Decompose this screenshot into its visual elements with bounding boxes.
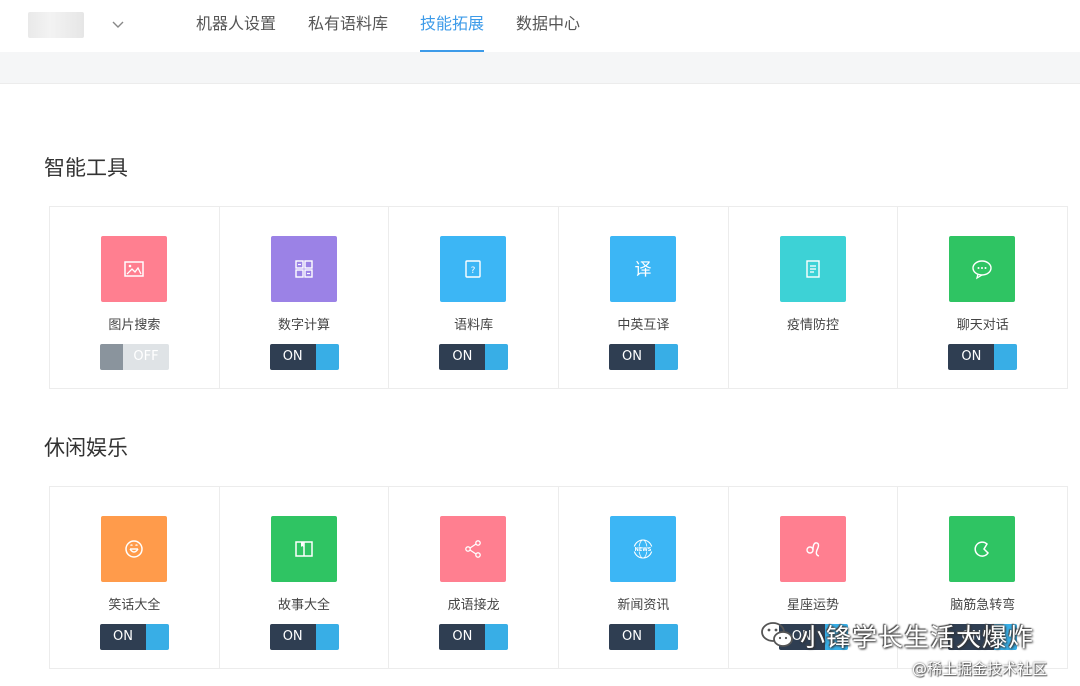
skill-toggle[interactable]: ON (439, 344, 509, 370)
translate-icon: 译 (610, 236, 677, 302)
skill-label: 语料库 (454, 318, 494, 333)
skill-toggle[interactable]: ON (948, 344, 1018, 370)
top-bar: 机器人设置 私有语料库 技能拓展 数据中心 (0, 0, 1080, 52)
skill-grid-smart-tools: 图片搜索 OFF 数字计算 ON ? 语料库 ON 译 中英互译 ON 疫情防控… (49, 206, 1068, 389)
image-icon (101, 236, 167, 302)
brain-icon (949, 516, 1016, 582)
skill-label: 故事大全 (278, 598, 331, 613)
toggle-state: ON (100, 624, 146, 650)
skill-label: 疫情防控 (787, 318, 840, 333)
toggle-state: OFF (123, 344, 169, 370)
skill-toggle[interactable]: ON (439, 624, 509, 650)
skill-toggle[interactable]: ON (609, 624, 679, 650)
skill-label: 中英互译 (617, 318, 670, 333)
skill-card-epidemic: 疫情防控 (729, 207, 899, 388)
toggle-state: ON (609, 344, 656, 370)
skill-card-calculator: 数字计算 ON (220, 207, 390, 388)
toggle-state: ON (269, 624, 316, 650)
toggle-state: ON (948, 344, 995, 370)
chat-icon (949, 236, 1016, 302)
skill-card-jokes: 笑话大全 ON (50, 487, 220, 668)
toggle-knob (485, 344, 509, 370)
section-title-smart-tools: 智能工具 (44, 156, 128, 180)
main-nav: 机器人设置 私有语料库 技能拓展 数据中心 (180, 0, 596, 52)
toggle-knob (315, 344, 339, 370)
toggle-state: ON (439, 344, 486, 370)
skill-card-news: NEWS 新闻资讯 ON (559, 487, 729, 668)
document-icon (779, 236, 846, 302)
smile-icon (101, 516, 167, 582)
toggle-state: ON (269, 344, 316, 370)
leo-icon (779, 516, 846, 582)
toolbar-strip (0, 52, 1080, 84)
account-selector[interactable] (28, 12, 84, 38)
tab-robot-settings[interactable]: 机器人设置 (180, 0, 292, 52)
toggle-knob (146, 624, 169, 650)
skill-label: 笑话大全 (108, 598, 161, 613)
skill-label: 图片搜索 (108, 318, 161, 333)
skill-label: 聊天对话 (956, 318, 1009, 333)
news-glyph: NEWS (635, 547, 652, 553)
toggle-state: ON (609, 624, 656, 650)
book-icon (270, 516, 337, 582)
skill-card-chat: 聊天对话 ON (898, 207, 1067, 388)
corpus-icon: ? (440, 236, 507, 302)
skill-toggle[interactable]: ON (269, 344, 339, 370)
share-icon (440, 516, 507, 582)
svg-text:?: ? (471, 266, 476, 276)
toggle-knob (655, 344, 679, 370)
news-icon: NEWS (610, 516, 677, 582)
skill-toggle[interactable]: ON (609, 344, 679, 370)
skill-card-idiom-chain: 成语接龙 ON (389, 487, 560, 668)
chevron-down-icon[interactable] (110, 14, 126, 34)
skill-label: 脑筋急转弯 (950, 598, 1016, 613)
calculator-icon (270, 236, 337, 302)
watermark-credit: @稀土掘金技术社区 (912, 660, 1048, 678)
toggle-knob (994, 344, 1018, 370)
toggle-knob (100, 344, 123, 370)
skill-toggle[interactable]: ON (100, 624, 169, 650)
section-title-entertainment: 休闲娱乐 (44, 436, 128, 460)
toggle-knob (655, 624, 679, 650)
skill-card-stories: 故事大全 ON (220, 487, 390, 668)
skill-card-corpus: ? 语料库 ON (389, 207, 560, 388)
skill-label: 数字计算 (278, 318, 331, 333)
skill-label: 新闻资讯 (617, 598, 670, 613)
skill-label: 成语接龙 (447, 598, 500, 613)
toggle-state: ON (439, 624, 486, 650)
tab-data-center[interactable]: 数据中心 (500, 0, 596, 52)
translate-glyph: 译 (635, 260, 652, 280)
skill-toggle[interactable]: OFF (100, 344, 169, 370)
tab-skill-extension[interactable]: 技能拓展 (404, 0, 500, 52)
tab-private-corpus[interactable]: 私有语料库 (292, 0, 404, 52)
toggle-knob (315, 624, 339, 650)
skill-card-translate: 译 中英互译 ON (559, 207, 729, 388)
watermark-text: 小锋学长生活大爆炸 (800, 623, 1035, 652)
toggle-knob (485, 624, 509, 650)
skill-card-image-search: 图片搜索 OFF (50, 207, 220, 388)
skill-label: 星座运势 (787, 598, 840, 613)
skill-toggle[interactable]: ON (269, 624, 339, 650)
wechat-icon (761, 622, 793, 647)
